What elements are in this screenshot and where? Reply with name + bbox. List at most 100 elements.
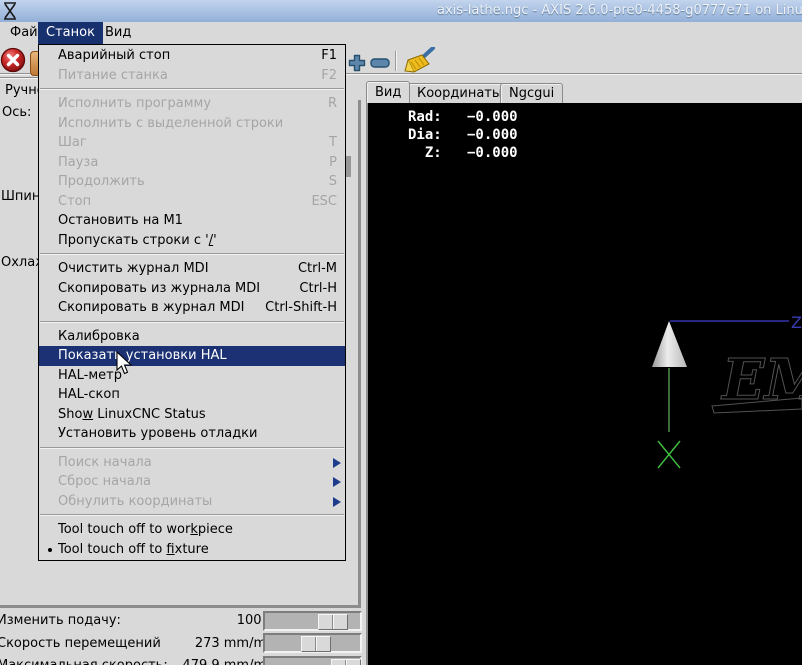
- max-velocity-value: 479.9 mm/min: [140, 658, 278, 665]
- menu-item-copy-to-mdi-log[interactable]: Скопировать в журнал MDI Ctrl-Shift-H: [39, 298, 345, 318]
- menu-item-unhoming[interactable]: Сброс начала: [39, 472, 345, 492]
- menu-item-accel: P: [329, 154, 337, 170]
- menu-item-accel: ESC: [311, 193, 337, 209]
- tab-dro-label: Координаты: [417, 86, 503, 101]
- menu-item-label: Остановить на M1: [58, 213, 183, 228]
- estop-button[interactable]: [0, 46, 28, 74]
- menu-item-label: Скопировать в журнал MDI: [58, 300, 245, 315]
- menu-separator: [40, 88, 344, 90]
- menu-item-label: ': [213, 232, 217, 248]
- menu-item-label-underline: f: [166, 541, 175, 557]
- menu-item-label: Продолжить: [58, 174, 145, 189]
- menu-item-label: Sho: [58, 406, 83, 422]
- tab-preview[interactable]: Вид: [366, 81, 411, 103]
- menu-item-label: Аварийный стоп: [58, 48, 171, 63]
- menu-item-copy-from-mdi-log[interactable]: Скопировать из журнала MDI Ctrl-H: [39, 279, 345, 299]
- menu-item-show-hal-config[interactable]: Показать установки HAL: [39, 346, 345, 366]
- menu-item-zero-coordinates[interactable]: Обнулить координаты: [39, 492, 345, 512]
- menu-item-label: Исполнить с выделенной строки: [58, 115, 284, 131]
- menu-item-run-from-line[interactable]: Исполнить с выделенной строки: [39, 114, 345, 134]
- menu-item-label: Показать установки HAL: [58, 348, 227, 363]
- axis-main-window: axis-lathe.ngc - AXIS 2.6.0-pre0-4458-g0…: [0, 0, 802, 665]
- max-velocity-slider[interactable]: [263, 656, 362, 665]
- submenu-arrow-icon: [333, 477, 341, 487]
- zoom-out-button[interactable]: [370, 58, 390, 68]
- menu-item-hal-meter[interactable]: HAL-метр: [39, 366, 345, 386]
- tab-ngcgui[interactable]: Ngcgui: [500, 83, 564, 103]
- menu-separator: [40, 320, 344, 323]
- menu-item-tool-touch-off-workpiece[interactable]: Tool touch off to workpiece: [39, 520, 345, 540]
- menu-item-label-underline: k: [190, 522, 198, 537]
- feed-override-slider-thumb[interactable]: [318, 614, 348, 630]
- menu-item-label: Tool touch off to: [58, 541, 167, 557]
- tab-dro[interactable]: Координаты: [408, 83, 512, 103]
- zoom-in-button[interactable]: [348, 54, 366, 72]
- menu-item-label: Поиск начала: [58, 454, 152, 470]
- menu-item-label: Пауза: [58, 154, 99, 170]
- menubar-item-machine[interactable]: Станок: [38, 22, 103, 44]
- menu-item-label: Скопировать из журнала MDI: [58, 280, 261, 296]
- submenu-arrow-icon: [333, 496, 341, 507]
- tool-cone: [652, 321, 687, 367]
- menu-item-accel: R: [327, 96, 337, 111]
- menu-item-label: Пропускать строки с ': [58, 232, 209, 248]
- menu-item-label: Обнулить координаты: [58, 493, 213, 509]
- menubar-item-view[interactable]: Вид: [97, 22, 139, 44]
- menu-item-accel: Ctrl-M: [297, 261, 337, 276]
- dro-readout: Rad: −0.000 Dia: −0.000 Z: −0.000: [408, 109, 518, 161]
- menu-item-hal-scope[interactable]: HAL-скоп: [39, 385, 345, 405]
- menu-item-resume[interactable]: Продолжить S: [39, 172, 345, 192]
- menu-item-show-linuxcnc-status[interactable]: Show LinuxCNC Status: [39, 405, 345, 425]
- menu-item-stop-at-m1[interactable]: Остановить на M1: [39, 211, 345, 231]
- menu-item-label: Установить уровень отладки: [58, 426, 258, 441]
- tab-ngcgui-label: Ngcgui: [509, 86, 555, 101]
- menu-item-label: HAL-скоп: [58, 387, 120, 402]
- menu-item-label: Стоп: [58, 193, 92, 209]
- menu-item-label: ixture: [174, 541, 209, 557]
- menu-item-estop[interactable]: Аварийный стоп F1: [39, 46, 345, 66]
- menu-item-stop[interactable]: Стоп ESC: [39, 192, 345, 212]
- feed-override-value: 100 %: [236, 613, 278, 628]
- title-bar[interactable]: axis-lathe.ngc - AXIS 2.6.0-pre0-4458-g0…: [0, 0, 802, 22]
- menu-separator: [40, 446, 344, 449]
- clear-plot-button[interactable]: [404, 47, 436, 74]
- emc-logo-text: EM: [720, 347, 802, 413]
- submenu-arrow-icon: [333, 457, 341, 468]
- x-axis-label-glyph: [657, 440, 681, 469]
- jog-speed-label: Скорость перемещений: [0, 636, 161, 651]
- menu-item-homing[interactable]: Поиск начала: [39, 453, 345, 473]
- menu-separator: [40, 253, 344, 255]
- menu-item-clear-mdi-log[interactable]: Очистить журнал MDI Ctrl-M: [39, 259, 345, 279]
- jog-speed-slider[interactable]: [263, 633, 362, 653]
- feed-override-slider[interactable]: [263, 611, 362, 631]
- jog-speed-value: 273 mm/min: [194, 636, 278, 651]
- menu-item-label: HAL-метр: [58, 367, 123, 383]
- window-icon: [4, 2, 16, 20]
- feed-override-label: Изменить подачу:: [0, 613, 121, 628]
- menu-item-label: Очистить журнал MDI: [58, 261, 209, 276]
- jog-speed-slider-thumb[interactable]: [301, 636, 331, 652]
- menu-item-label: Исполнить программу: [58, 96, 212, 111]
- menu-item-skip-lines[interactable]: Пропускать строки с '/': [39, 231, 345, 251]
- menu-item-label: Питание станка: [58, 67, 168, 83]
- preview-graphics: Z EM: [652, 313, 802, 469]
- menu-item-step[interactable]: Шаг T: [39, 133, 345, 153]
- menu-item-accel: F1: [321, 48, 337, 63]
- menu-item-machine-power[interactable]: Питание станка F2: [39, 66, 345, 86]
- menu-item-calibration[interactable]: Калибровка: [39, 327, 345, 347]
- machine-menu-popup: Аварийный стоп F1 Питание станка F2 Исполн…: [38, 44, 346, 561]
- menu-item-run-program[interactable]: Исполнить программу R: [39, 94, 345, 114]
- menu-item-tool-touch-off-fixture[interactable]: Tool touch off to fixture: [39, 540, 345, 560]
- menu-item-label: Калибровка: [58, 328, 140, 344]
- menu-bar: Файл Станок Вид: [0, 22, 802, 44]
- scrollbar-thumb[interactable]: [346, 156, 351, 177]
- max-velocity-slider-thumb[interactable]: [331, 659, 361, 665]
- z-axis-label: Z: [791, 313, 802, 332]
- menu-item-label: LinuxCNC Status: [93, 406, 206, 422]
- tab-preview-label: Вид: [375, 85, 402, 100]
- menu-item-label: Tool touch off to wor: [58, 522, 191, 537]
- menu-item-accel: F2: [321, 67, 337, 83]
- menu-item-pause[interactable]: Пауза P: [39, 153, 345, 173]
- menu-item-set-debug-level[interactable]: Установить уровень отладки: [39, 424, 345, 444]
- mouse-cursor: [116, 351, 133, 375]
